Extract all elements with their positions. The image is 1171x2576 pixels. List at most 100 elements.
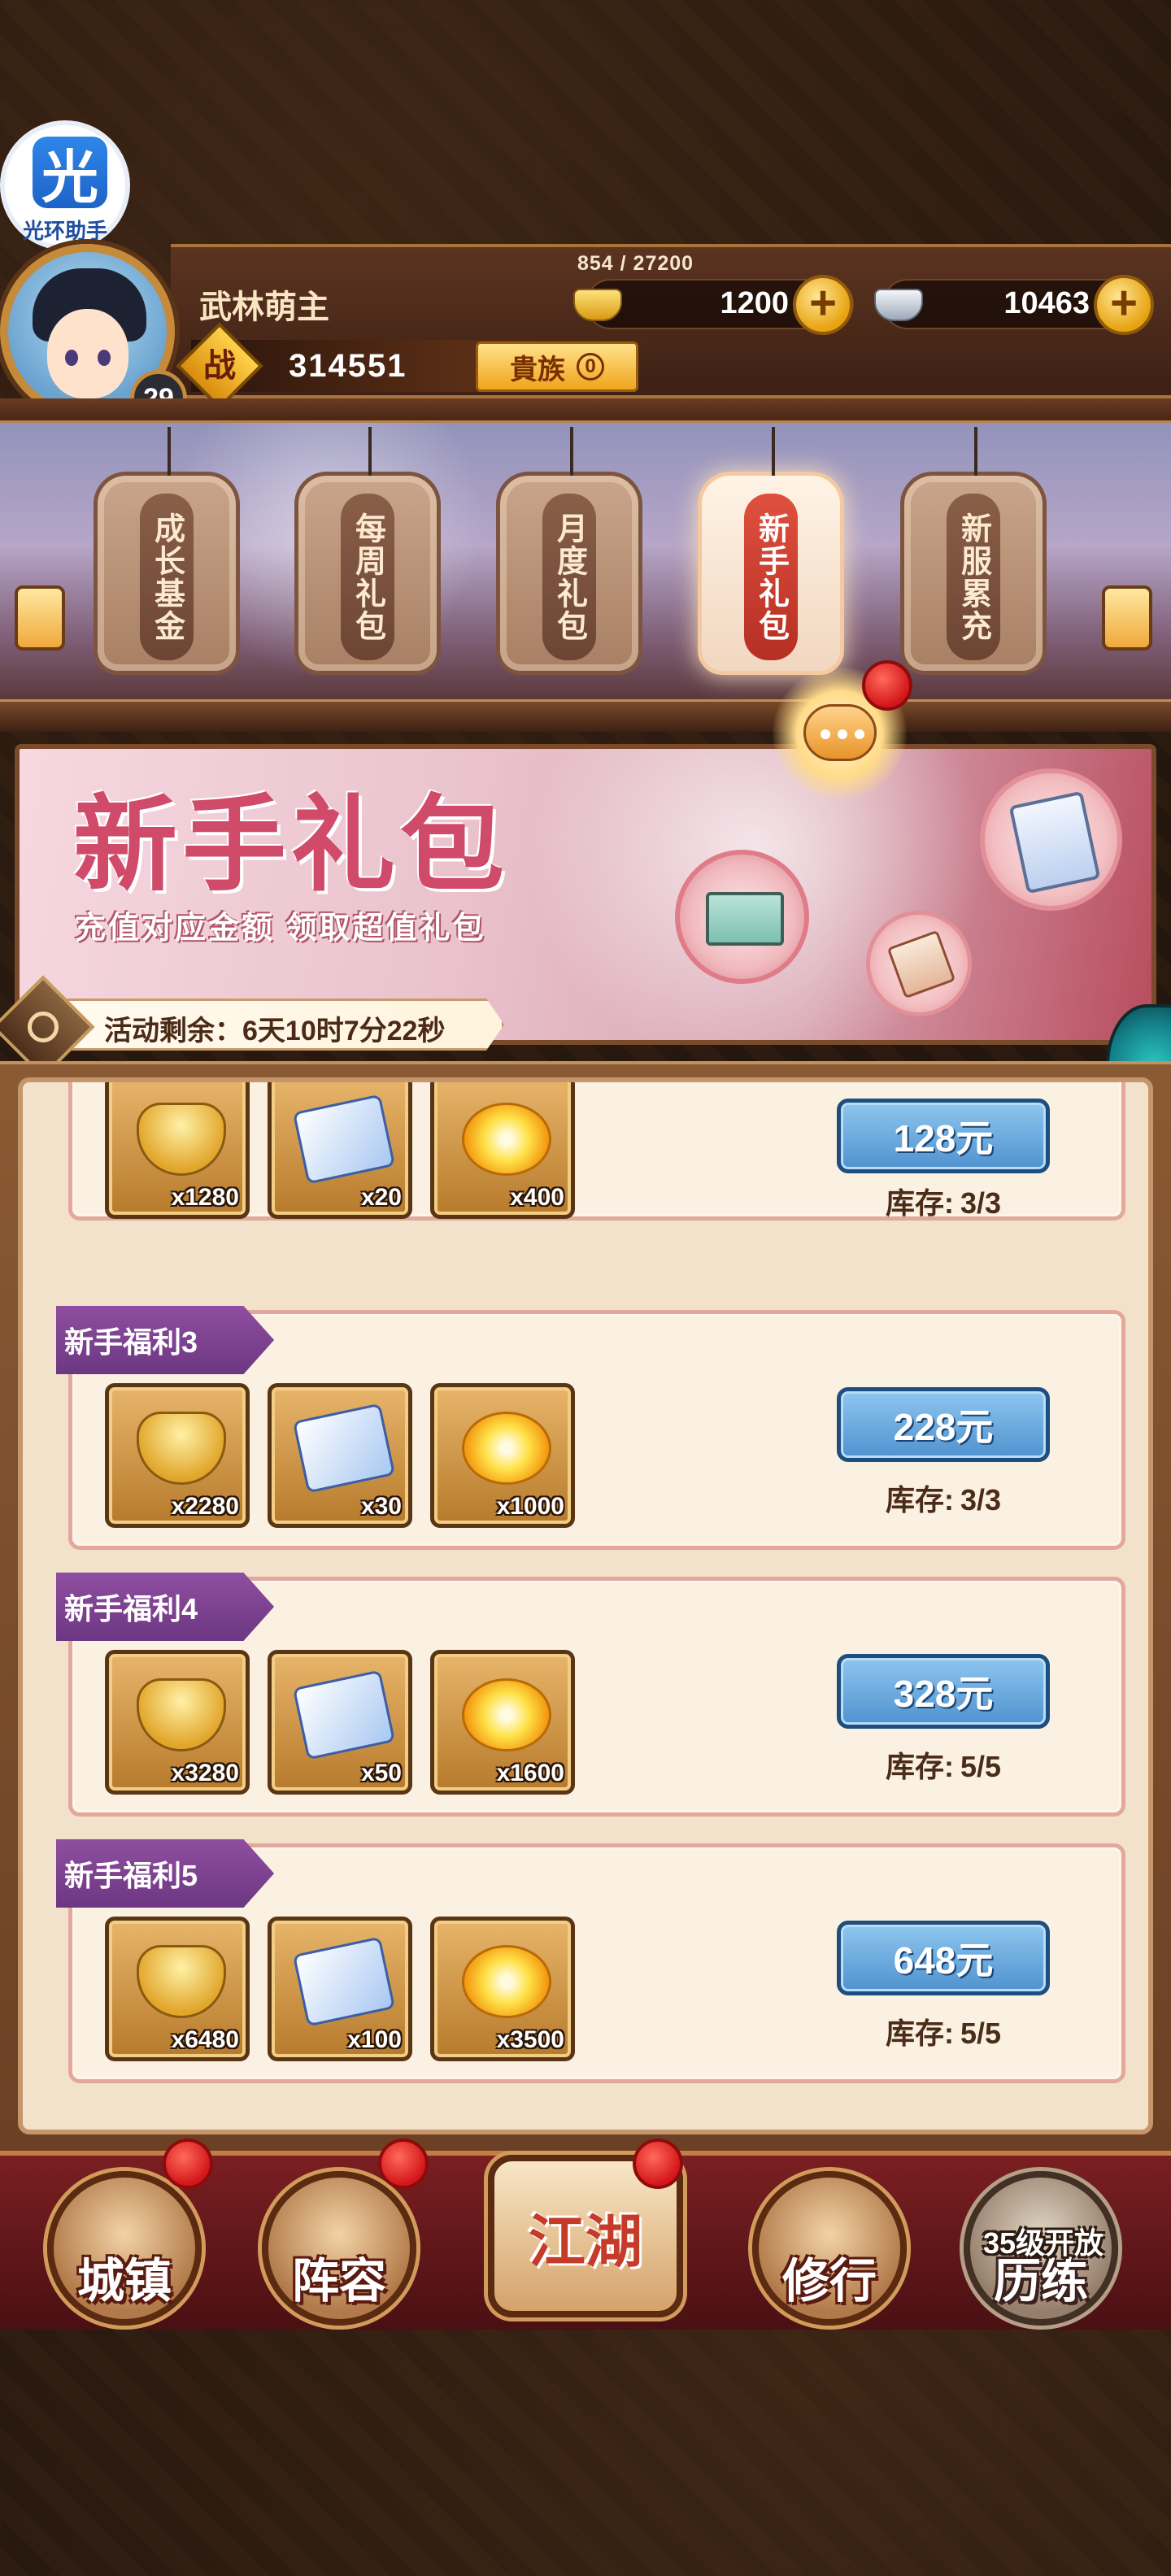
reward-quantity: x6480 [171, 2026, 239, 2053]
pack-card: x1280 x20 x400 128元 库存: 3/3 [68, 1082, 1125, 1222]
scroll-icon [980, 768, 1122, 911]
helper-app-badge[interactable]: 光 光环助手 [0, 120, 130, 250]
noble-badge[interactable]: 貴族 0 [476, 342, 638, 392]
tab-string [570, 427, 573, 476]
player-name: 武林萌主 [199, 289, 329, 325]
battle-scroll-icon [292, 1094, 396, 1185]
noble-label: 貴族 [510, 354, 565, 385]
reward-quantity: x1000 [496, 1493, 564, 1520]
silver-amount: 10463 [1003, 286, 1090, 320]
gold-ingot-icon [137, 1412, 226, 1485]
tab-string [168, 427, 171, 476]
gold-ingot-icon [137, 1103, 226, 1176]
scroll-shape [1008, 790, 1101, 894]
reward-quantity: x1600 [496, 1760, 564, 1786]
tab-new-server-recharge[interactable]: 新服累充 [900, 427, 1047, 675]
timer-label: 活动剩余： [104, 1016, 242, 1046]
golden-orb-icon [462, 1678, 551, 1751]
buy-button[interactable]: 128元 [837, 1099, 1050, 1173]
tab-string [974, 427, 977, 476]
tab-weekly-pack[interactable]: 每周礼包 [294, 427, 441, 675]
gold-amount: 1200 [720, 286, 789, 320]
stock-value: 3/3 [960, 1186, 1002, 1220]
stock-text: 库存: 5/5 [837, 1743, 1050, 1786]
nav-label: 修行 [781, 2255, 877, 2308]
scene-floor-beam [0, 699, 1171, 732]
reward-quantity: x50 [360, 1760, 402, 1786]
reward-quantity: x2280 [171, 1493, 239, 1520]
tab-label: 月度礼包 [542, 494, 596, 660]
small-scroll-icon [866, 911, 972, 1016]
banner-title: 新手礼包 [73, 788, 510, 903]
nav-lineup-button[interactable]: 阵容 [262, 2171, 416, 2326]
nav-label: 城镇 [76, 2255, 172, 2308]
reward-slot[interactable]: x50 [268, 1650, 412, 1795]
pack-name-ribbon: 新手福利5 [56, 1839, 275, 1908]
scroll-shape [886, 929, 956, 999]
chat-dot [821, 729, 830, 739]
jianghu-notification-dot [633, 2139, 683, 2189]
reward-quantity: x30 [360, 1493, 402, 1520]
tab-growth-fund[interactable]: 成长基金 [94, 427, 240, 675]
experience-text: 854 / 27200 [577, 252, 694, 275]
stock-label: 库存: [885, 1750, 954, 1783]
reward-slot[interactable]: x400 [430, 1082, 575, 1219]
nav-practice-button[interactable]: 修行 [752, 2171, 907, 2326]
reward-slot[interactable]: x3280 [105, 1650, 250, 1795]
chat-dot [855, 729, 864, 739]
pack-card: 新手福利3 x2280 x30 x1000 228元 库存: 3/3 [56, 1306, 1125, 1550]
tab-label: 每周礼包 [341, 494, 394, 660]
battle-scroll-icon [292, 1403, 396, 1494]
gold-ingot-icon [573, 289, 622, 321]
stock-text: 库存: 3/3 [837, 1180, 1050, 1222]
reward-slot[interactable]: x100 [268, 1917, 412, 2061]
reward-slot[interactable]: x6480 [105, 1917, 250, 2061]
clock-face [28, 1012, 59, 1042]
add-gold-button[interactable]: + [793, 275, 853, 335]
avatar-eye-right [98, 350, 111, 366]
helper-logo-icon: 光 [33, 137, 107, 209]
reward-quantity: x100 [347, 2026, 402, 2053]
tab-label: 新手礼包 [744, 494, 798, 660]
tab-monthly-pack[interactable]: 月度礼包 [496, 427, 642, 675]
avatar-eye-left [65, 350, 78, 366]
town-notification-dot [163, 2139, 213, 2189]
silver-ingot-icon [874, 289, 923, 321]
battle-scroll-icon [292, 1669, 396, 1760]
lineup-notification-dot [378, 2139, 429, 2189]
book-brush-icon [675, 850, 809, 984]
golden-orb-icon [462, 1412, 551, 1485]
reward-slot[interactable]: x3500 [430, 1917, 575, 2061]
pack-card: 新手福利4 x3280 x50 x1600 328元 库存: 5/5 [56, 1573, 1125, 1817]
book-shape [706, 892, 784, 946]
tab-newbie-pack[interactable]: 新手礼包 [698, 427, 844, 675]
reward-quantity: x1280 [171, 1184, 239, 1211]
golden-orb-icon [462, 1103, 551, 1176]
buy-button[interactable]: 328元 [837, 1654, 1050, 1729]
pack-list-panel[interactable]: x1280 x20 x400 128元 库存: 3/3 新手福利3 x2280 x… [18, 1077, 1153, 2134]
lantern-right-icon [1102, 585, 1152, 651]
stock-label: 库存: [885, 1186, 954, 1220]
reward-quantity: x3500 [496, 2026, 564, 2053]
reward-slot[interactable]: x2280 [105, 1383, 250, 1528]
reward-slot[interactable]: x1000 [430, 1383, 575, 1528]
noble-level: 0 [577, 353, 604, 381]
reward-slot[interactable]: x1600 [430, 1650, 575, 1795]
lantern-left-icon [15, 585, 65, 651]
add-silver-button[interactable]: + [1094, 275, 1154, 335]
buy-button[interactable]: 648元 [837, 1921, 1050, 1995]
scene-top-beam [0, 398, 1171, 423]
reward-slot[interactable]: x30 [268, 1383, 412, 1528]
nav-town-button[interactable]: 城镇 [47, 2171, 202, 2326]
golden-orb-icon [462, 1945, 551, 2018]
gold-ingot-icon [137, 1678, 226, 1751]
reward-slot[interactable]: x1280 [105, 1082, 250, 1219]
tab-label: 新服累充 [947, 494, 1000, 660]
tab-string [772, 427, 775, 476]
reward-slot[interactable]: x20 [268, 1082, 412, 1219]
gold-ingot-icon [137, 1945, 226, 2018]
banner-subtitle: 充值对应金额 领取超值礼包 [75, 912, 486, 946]
pack-card: 新手福利5 x6480 x100 x3500 648元 库存: 5/5 [56, 1839, 1125, 2083]
buy-button[interactable]: 228元 [837, 1387, 1050, 1462]
battle-scroll-icon [292, 1936, 396, 2027]
